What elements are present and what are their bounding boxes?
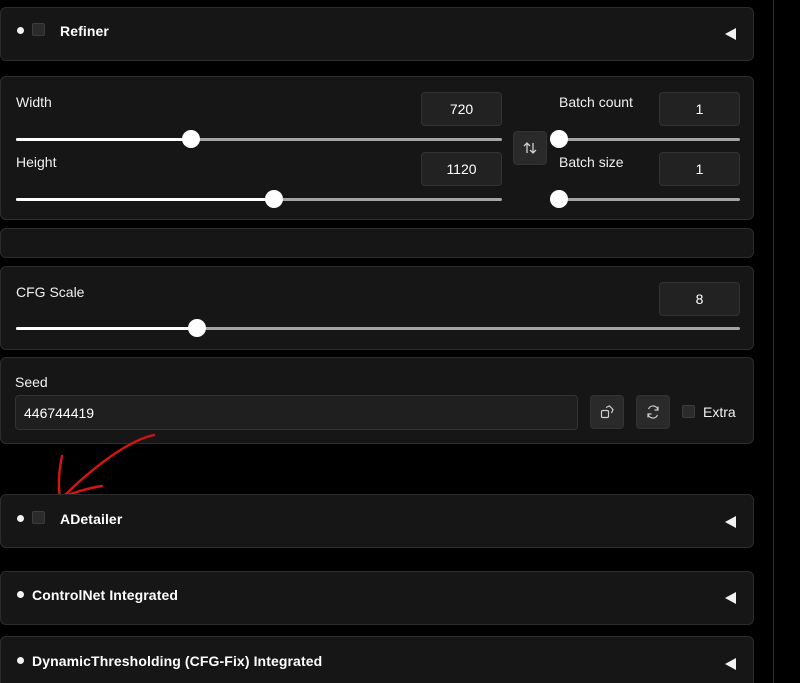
- bullet-icon: [17, 515, 24, 522]
- cfg-slider[interactable]: [16, 319, 740, 337]
- batch-count-label: Batch count: [559, 94, 633, 110]
- height-slider-fill: [16, 198, 274, 201]
- swap-dimensions-button[interactable]: [513, 131, 547, 165]
- batch-count-input[interactable]: 1: [659, 92, 740, 126]
- random-seed-button[interactable]: [636, 395, 670, 429]
- seed-input[interactable]: 446744419: [15, 395, 578, 430]
- extra-label: Extra: [703, 404, 736, 420]
- height-slider-thumb[interactable]: [264, 190, 283, 208]
- batch-count-slider-thumb[interactable]: [550, 130, 568, 148]
- collapse-triangle-icon[interactable]: [725, 592, 736, 604]
- reuse-seed-button[interactable]: [590, 395, 624, 429]
- adetailer-title: ADetailer: [60, 511, 123, 527]
- bullet-icon: [17, 27, 24, 34]
- bullet-icon: [17, 657, 24, 664]
- collapse-triangle-icon[interactable]: [725, 28, 736, 40]
- collapse-triangle-icon[interactable]: [725, 658, 736, 670]
- width-slider-fill: [16, 138, 191, 141]
- height-label: Height: [16, 154, 57, 170]
- dice-icon: [600, 405, 614, 419]
- height-input[interactable]: 1120: [421, 152, 502, 186]
- cfg-panel: CFG Scale 8: [0, 266, 754, 350]
- right-divider: [773, 0, 774, 683]
- refiner-accordion[interactable]: Refiner: [0, 7, 754, 61]
- collapse-triangle-icon[interactable]: [725, 516, 736, 528]
- dynamic-thresholding-title: DynamicThresholding (CFG-Fix) Integrated: [32, 653, 323, 669]
- dynamic-thresholding-accordion[interactable]: DynamicThresholding (CFG-Fix) Integrated: [0, 636, 754, 683]
- cfg-label: CFG Scale: [16, 284, 85, 300]
- cfg-input[interactable]: 8: [659, 282, 740, 316]
- refiner-title: Refiner: [60, 23, 109, 39]
- seed-label: Seed: [15, 374, 48, 390]
- batch-size-label: Batch size: [559, 154, 624, 170]
- controlnet-title: ControlNet Integrated: [32, 587, 178, 603]
- refresh-icon: [647, 405, 659, 419]
- width-slider[interactable]: [16, 130, 502, 148]
- cfg-slider-thumb[interactable]: [188, 319, 206, 337]
- arrow-shaft: [60, 433, 156, 500]
- batch-size-slider-thumb[interactable]: [550, 190, 568, 208]
- adetailer-accordion[interactable]: ADetailer: [0, 494, 754, 548]
- dimensions-panel: Width 720 Height 1120 Batch count 1 Batc…: [0, 76, 754, 220]
- empty-panel: [0, 228, 754, 258]
- controlnet-accordion[interactable]: ControlNet Integrated: [0, 571, 754, 625]
- cfg-slider-fill: [16, 327, 197, 330]
- refiner-checkbox[interactable]: [32, 23, 45, 36]
- height-slider[interactable]: [16, 190, 502, 208]
- batch-size-slider[interactable]: [550, 190, 740, 208]
- adetailer-checkbox[interactable]: [32, 511, 45, 524]
- width-input[interactable]: 720: [421, 92, 502, 126]
- batch-count-slider[interactable]: [550, 130, 740, 148]
- batch-size-input[interactable]: 1: [659, 152, 740, 186]
- extra-checkbox[interactable]: [682, 405, 695, 418]
- swap-arrows-icon: [523, 142, 537, 154]
- width-slider-thumb[interactable]: [181, 130, 200, 148]
- arrow-head: [57, 454, 104, 500]
- bullet-icon: [17, 591, 24, 598]
- width-label: Width: [16, 94, 52, 110]
